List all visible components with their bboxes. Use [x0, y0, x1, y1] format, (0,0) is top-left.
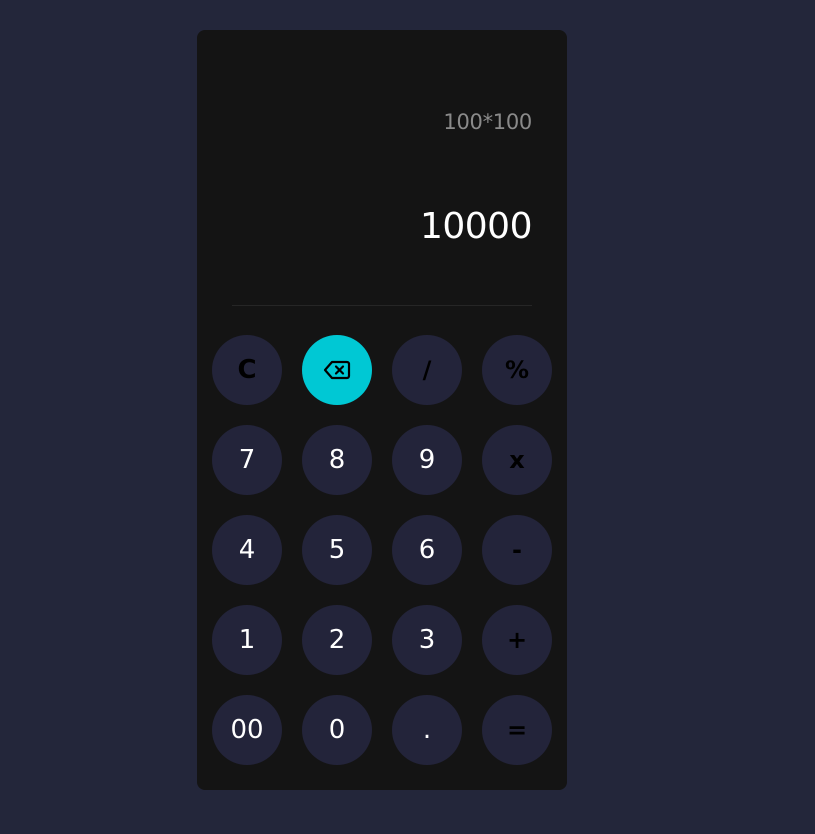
digit-4-button[interactable]: 4	[212, 515, 282, 585]
digit-6-button[interactable]: 6	[392, 515, 462, 585]
plus-button[interactable]: +	[482, 605, 552, 675]
digit-0-button[interactable]: 0	[302, 695, 372, 765]
decimal-button[interactable]: .	[392, 695, 462, 765]
minus-button[interactable]: -	[482, 515, 552, 585]
double-zero-button[interactable]: 00	[212, 695, 282, 765]
clear-button[interactable]: C	[212, 335, 282, 405]
multiply-button[interactable]: x	[482, 425, 552, 495]
digit-8-button[interactable]: 8	[302, 425, 372, 495]
backspace-button[interactable]	[302, 335, 372, 405]
digit-2-button[interactable]: 2	[302, 605, 372, 675]
divide-button[interactable]: /	[392, 335, 462, 405]
digit-3-button[interactable]: 3	[392, 605, 462, 675]
calculator-panel: 100*100 10000 C / % 7 8 9 x 4 5 6 - 1 2 …	[197, 30, 567, 790]
digit-1-button[interactable]: 1	[212, 605, 282, 675]
backspace-icon	[323, 359, 351, 381]
expression-text: 100*100	[443, 110, 532, 134]
digit-9-button[interactable]: 9	[392, 425, 462, 495]
calculator-display: 100*100 10000	[232, 30, 533, 306]
equals-button[interactable]: =	[482, 695, 552, 765]
result-text: 10000	[419, 206, 533, 247]
digit-7-button[interactable]: 7	[212, 425, 282, 495]
digit-5-button[interactable]: 5	[302, 515, 372, 585]
percent-button[interactable]: %	[482, 335, 552, 405]
